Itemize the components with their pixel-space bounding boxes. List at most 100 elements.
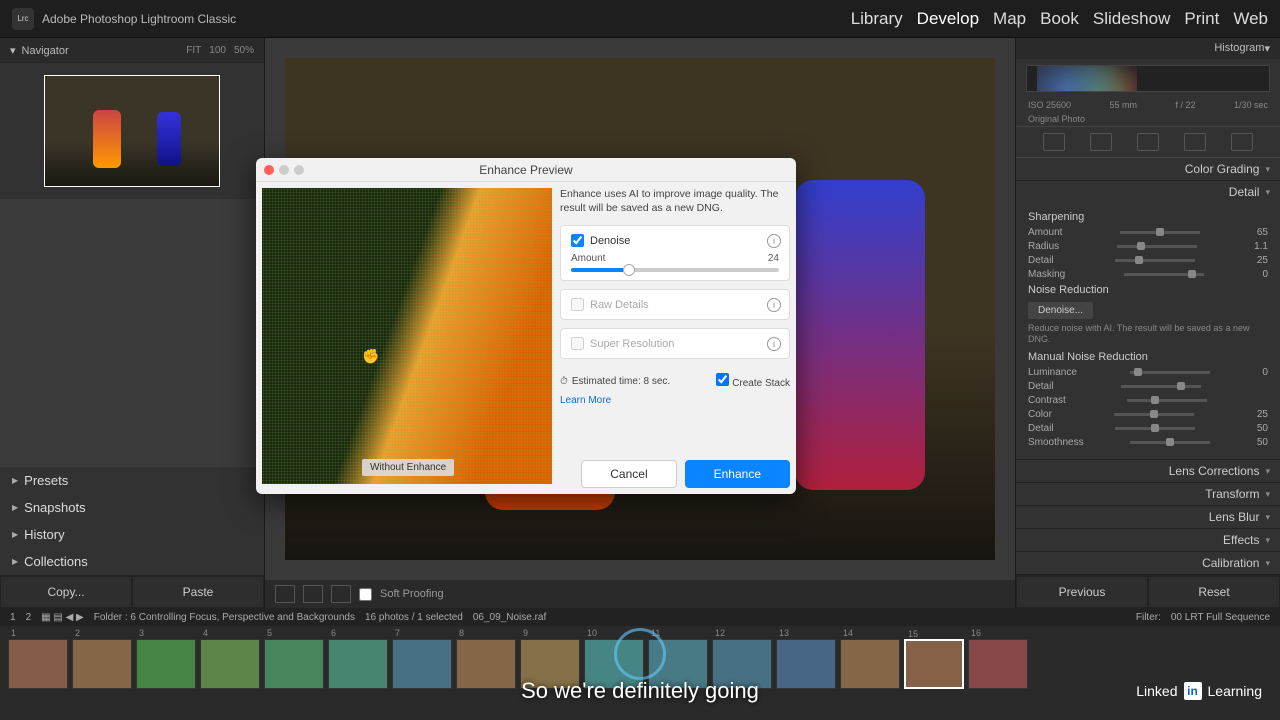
- soft-proofing-checkbox[interactable]: [359, 588, 372, 601]
- zoom-fit[interactable]: FIT: [186, 45, 201, 56]
- hist-shutter: 1/30 sec: [1234, 100, 1268, 110]
- slider-label: Luminance: [1028, 367, 1077, 378]
- presets-section[interactable]: Presets: [0, 467, 264, 494]
- panel-section[interactable]: Transform: [1016, 483, 1280, 505]
- zoom-100[interactable]: 100: [209, 45, 226, 56]
- raw-details-option: Raw Details i: [560, 289, 790, 320]
- create-stack-checkbox[interactable]: [716, 373, 729, 386]
- module-map[interactable]: Map: [993, 9, 1026, 29]
- previous-button[interactable]: Previous: [1016, 576, 1148, 608]
- detail-section[interactable]: Detail: [1016, 181, 1280, 203]
- filmstrip-thumb[interactable]: 8: [456, 639, 516, 689]
- slider[interactable]: [1114, 413, 1194, 416]
- cancel-button[interactable]: Cancel: [581, 460, 676, 488]
- denoise-button[interactable]: Denoise...: [1028, 302, 1093, 319]
- heal-tool-icon[interactable]: [1137, 133, 1159, 151]
- filmstrip-thumb[interactable]: 5: [264, 639, 324, 689]
- panel-section[interactable]: Effects: [1016, 529, 1280, 551]
- slider-label: Detail: [1028, 423, 1054, 434]
- crop-tool-icon[interactable]: [1090, 133, 1112, 151]
- filmstrip-thumb[interactable]: 15: [904, 639, 964, 689]
- histogram-title: Histogram: [1214, 42, 1264, 55]
- learn-more-link[interactable]: Learn More: [560, 395, 790, 406]
- histogram[interactable]: [1026, 65, 1270, 92]
- snapshots-section[interactable]: Snapshots: [0, 494, 264, 521]
- right-panel: Histogram ▾ ISO 25600 55 mm f / 22 1/30 …: [1015, 38, 1280, 608]
- denoise-option: Denoise i Amount 24: [560, 225, 790, 281]
- filmstrip-thumb[interactable]: 3: [136, 639, 196, 689]
- slider[interactable]: [1130, 441, 1210, 444]
- module-web[interactable]: Web: [1233, 9, 1268, 29]
- filmstrip-thumb[interactable]: 1: [8, 639, 68, 689]
- denoise-checkbox[interactable]: [571, 234, 584, 247]
- collections-section[interactable]: Collections: [0, 548, 264, 575]
- filename: 06_09_Noise.raf: [473, 612, 546, 623]
- navigator-preview[interactable]: [0, 63, 264, 199]
- filter-label: Filter:: [1136, 612, 1161, 623]
- amount-slider[interactable]: [571, 268, 779, 272]
- filmstrip-thumb[interactable]: 16: [968, 639, 1028, 689]
- copy-button[interactable]: Copy...: [0, 576, 132, 608]
- mask-tool-icon[interactable]: [1184, 133, 1206, 151]
- slider[interactable]: [1120, 231, 1200, 234]
- module-switcher: Library Develop Map Book Slideshow Print…: [851, 9, 1268, 29]
- slider[interactable]: [1124, 273, 1204, 276]
- slider[interactable]: [1115, 259, 1195, 262]
- slider-label: Detail: [1028, 255, 1054, 266]
- module-print[interactable]: Print: [1184, 9, 1219, 29]
- slider-row: Smoothness50: [1028, 437, 1268, 448]
- panel-section[interactable]: Calibration: [1016, 552, 1280, 574]
- noise-reduction-label: Noise Reduction: [1028, 284, 1268, 296]
- module-book[interactable]: Book: [1040, 9, 1079, 29]
- filmstrip-thumb[interactable]: 13: [776, 639, 836, 689]
- module-develop[interactable]: Develop: [917, 9, 979, 29]
- filmstrip-thumb[interactable]: 7: [392, 639, 452, 689]
- filter-value[interactable]: 00 LRT Full Sequence: [1171, 612, 1270, 623]
- module-library[interactable]: Library: [851, 9, 903, 29]
- photo-count: 16 photos / 1 selected: [365, 612, 463, 623]
- slider-value: 1.1: [1254, 241, 1268, 252]
- grid-size-2[interactable]: 2: [26, 612, 32, 623]
- grid-icon[interactable]: [331, 585, 351, 603]
- folder-path: Folder : 6 Controlling Focus, Perspectiv…: [94, 612, 355, 623]
- enhance-preview-image[interactable]: ✊ Without Enhance: [262, 188, 552, 484]
- slider-label: Masking: [1028, 269, 1065, 280]
- filmstrip-thumb[interactable]: 14: [840, 639, 900, 689]
- slider[interactable]: [1115, 427, 1195, 430]
- slider-value: 50: [1257, 423, 1268, 434]
- slider-label: Contrast: [1028, 395, 1066, 406]
- slider-row: Luminance0: [1028, 367, 1268, 378]
- loupe-view-icon[interactable]: [275, 585, 295, 603]
- history-section[interactable]: History: [0, 521, 264, 548]
- edit-tool-icon[interactable]: [1043, 133, 1065, 151]
- slider[interactable]: [1127, 399, 1207, 402]
- hist-aperture: f / 22: [1175, 100, 1195, 110]
- reset-button[interactable]: Reset: [1148, 576, 1280, 608]
- slider[interactable]: [1121, 385, 1201, 388]
- filmstrip-thumb[interactable]: 4: [200, 639, 260, 689]
- color-grading-section[interactable]: Color Grading: [1016, 158, 1280, 180]
- panel-section[interactable]: Lens Corrections: [1016, 460, 1280, 482]
- raw-details-label: Raw Details: [590, 299, 649, 311]
- dialog-title: Enhance Preview: [256, 163, 796, 177]
- soft-proofing-label: Soft Proofing: [380, 588, 444, 600]
- filmstrip-thumb[interactable]: 2: [72, 639, 132, 689]
- module-slideshow[interactable]: Slideshow: [1093, 9, 1171, 29]
- super-resolution-label: Super Resolution: [590, 338, 674, 350]
- slider-row: Amount65: [1028, 227, 1268, 238]
- panel-section[interactable]: Lens Blur: [1016, 506, 1280, 528]
- zoom-50[interactable]: 50%: [234, 45, 254, 56]
- slider-row: Radius1.1: [1028, 241, 1268, 252]
- clock-icon: ⏱: [560, 376, 568, 387]
- paste-button[interactable]: Paste: [132, 576, 264, 608]
- hist-original: Original Photo: [1028, 114, 1085, 124]
- enhance-button[interactable]: Enhance: [685, 460, 790, 488]
- before-after-icon[interactable]: [303, 585, 323, 603]
- slider[interactable]: [1130, 371, 1210, 374]
- grid-size-1[interactable]: 1: [10, 612, 16, 623]
- navigator-header[interactable]: ▾ Navigator FIT 100 50%: [0, 38, 264, 63]
- filmstrip-thumb[interactable]: 6: [328, 639, 388, 689]
- redeye-tool-icon[interactable]: [1231, 133, 1253, 151]
- app-name: Adobe Photoshop Lightroom Classic: [42, 12, 236, 26]
- slider[interactable]: [1117, 245, 1197, 248]
